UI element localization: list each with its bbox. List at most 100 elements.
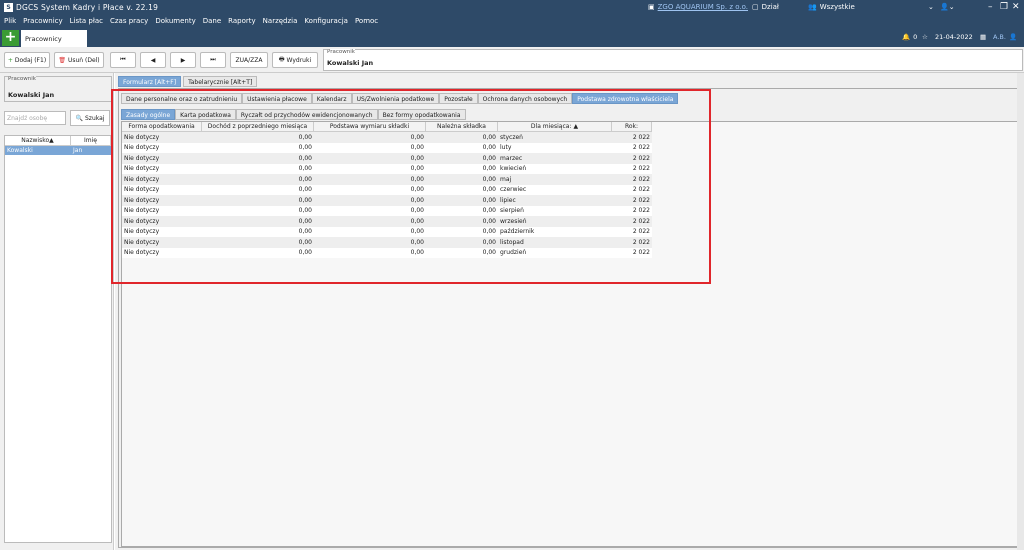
col-header-skladka[interactable]: Należna składka bbox=[426, 122, 498, 131]
employee-list: Nazwisko ▲ Imię Kowalski Jan bbox=[4, 135, 112, 543]
table-row[interactable]: Nie dotyczy 0,00 0,00 0,00 lipiec 2 022 bbox=[122, 195, 652, 206]
grid-cell: Nie dotyczy bbox=[124, 186, 160, 194]
grid-header: Forma opodatkowania Dochód z poprzednieg… bbox=[122, 122, 652, 132]
menu-item[interactable]: Pomoc bbox=[355, 17, 378, 25]
bell-icon: 🔔 bbox=[902, 33, 911, 41]
tab-bez-formy[interactable]: Bez formy opodatkowania bbox=[377, 109, 466, 120]
grid-cell: Nie dotyczy bbox=[124, 154, 160, 162]
grid-cell: sierpień bbox=[500, 207, 524, 215]
tab-pozostale[interactable]: Pozostałe bbox=[439, 93, 478, 104]
sub-bar: + Pracownicy 🔔 0 ☆ 21-04-2022 ▦ A.B. 👤 bbox=[0, 29, 1024, 47]
table-row[interactable]: Nie dotyczy 0,00 0,00 0,00 grudzień 2 022 bbox=[122, 248, 652, 259]
restore-icon[interactable]: ❐ bbox=[1000, 2, 1008, 12]
table-row[interactable]: Nie dotyczy 0,00 0,00 0,00 maj 2 022 bbox=[122, 174, 652, 185]
close-icon[interactable]: ✕ bbox=[1012, 2, 1020, 12]
menu-item[interactable]: Plik bbox=[4, 17, 16, 25]
table-row[interactable]: Nie dotyczy 0,00 0,00 0,00 luty 2 022 bbox=[122, 143, 652, 154]
grid-cell: luty bbox=[500, 144, 512, 152]
col-header-podstawa[interactable]: Podstawa wymiaru składki bbox=[314, 122, 426, 131]
grid-cell: 2 022 bbox=[632, 196, 650, 204]
next-record-button[interactable]: ▶ bbox=[170, 52, 196, 68]
grid-cell: 2 022 bbox=[632, 165, 650, 173]
toolbar: + Dodaj (F1) 🗑 Usuń (Del) ⏮ ◀ ▶ ⏭ ZUA/ZZA … bbox=[0, 47, 1024, 73]
add-button[interactable]: + Dodaj (F1) bbox=[4, 52, 50, 68]
tab-tabelarycznie[interactable]: Tabelarycznie [Alt+T] bbox=[183, 76, 258, 87]
user-menu-icon[interactable]: 👤⌄ bbox=[940, 3, 955, 11]
col-header-surname[interactable]: Nazwisko ▲ bbox=[5, 136, 71, 145]
add-tab-button[interactable]: + bbox=[2, 30, 19, 46]
grid-cell: 0,00 bbox=[298, 238, 312, 246]
search-button[interactable]: 🔍 Szukaj bbox=[70, 110, 110, 126]
company-selector[interactable]: ▣ ZGO AQUARIUM Sp. z o.o. bbox=[648, 3, 748, 11]
grid-cell: 0,00 bbox=[410, 144, 424, 152]
grid-cell: 0,00 bbox=[410, 175, 424, 183]
section-tabs: Dane personalne oraz o zatrudnieniu Usta… bbox=[121, 93, 679, 104]
grid-cell: 0,00 bbox=[298, 175, 312, 183]
menu-item[interactable]: Czas pracy bbox=[110, 17, 148, 25]
group-selector[interactable]: 👥 Wszystkie bbox=[808, 3, 855, 11]
minimize-icon[interactable]: – bbox=[988, 2, 993, 12]
print-button[interactable]: 🖶 Wydruki bbox=[272, 52, 318, 68]
col-header-rok[interactable]: Rok: bbox=[612, 122, 652, 131]
tab-podstawa-zdrowotna[interactable]: Podstawa zdrowotna właściciela bbox=[572, 93, 679, 104]
table-row[interactable]: Nie dotyczy 0,00 0,00 0,00 październik 2 022 bbox=[122, 227, 652, 238]
grid-cell: grudzień bbox=[500, 249, 527, 257]
grid-cell: 0,00 bbox=[482, 207, 496, 215]
menu-item[interactable]: Konfiguracja bbox=[304, 17, 348, 25]
grid-cell: 0,00 bbox=[410, 154, 424, 162]
title-bar: S DGCS System Kadry i Płace v. 22.19 Pli… bbox=[0, 0, 1024, 29]
table-row[interactable]: Kowalski Jan bbox=[5, 146, 111, 155]
menu-item[interactable]: Lista płac bbox=[70, 17, 103, 25]
chevron-down-icon[interactable]: ⌄ bbox=[928, 3, 934, 11]
delete-button[interactable]: 🗑 Usuń (Del) bbox=[54, 52, 104, 68]
table-row[interactable]: Nie dotyczy 0,00 0,00 0,00 wrzesień 2 022 bbox=[122, 216, 652, 227]
tab-ochrona-danych[interactable]: Ochrona danych osobowych bbox=[477, 93, 573, 104]
col-header-forma[interactable]: Forma opodatkowania bbox=[122, 122, 202, 131]
main-panel: Formularz [Alt+F] Tabelarycznie [Alt+T] … bbox=[115, 73, 1024, 550]
tab-ryczalt[interactable]: Ryczałt od przychodów ewidencjonowanych bbox=[235, 109, 378, 120]
user-icon: 👤 bbox=[1008, 33, 1018, 41]
grid-cell: 2 022 bbox=[632, 175, 650, 183]
calendar-icon[interactable]: ▦ bbox=[980, 33, 986, 41]
prev-record-button[interactable]: ◀ bbox=[140, 52, 166, 68]
tab-kalendarz[interactable]: Kalendarz bbox=[311, 93, 352, 104]
menu-item[interactable]: Dokumenty bbox=[155, 17, 195, 25]
notifications[interactable]: 🔔 0 bbox=[902, 33, 917, 41]
zua-button[interactable]: ZUA/ZZA bbox=[230, 52, 268, 68]
menu-item[interactable]: Narzędzia bbox=[263, 17, 298, 25]
menu-item[interactable]: Dane bbox=[203, 17, 221, 25]
col-header-dochod[interactable]: Dochód z poprzedniego miesiąca bbox=[202, 122, 314, 131]
table-row[interactable]: Nie dotyczy 0,00 0,00 0,00 kwiecień 2 022 bbox=[122, 164, 652, 175]
grid-cell: 2 022 bbox=[632, 249, 650, 257]
tab-formularz[interactable]: Formularz [Alt+F] bbox=[118, 76, 182, 87]
grid-cell: 0,00 bbox=[482, 217, 496, 225]
menu-item[interactable]: Pracownicy bbox=[23, 17, 63, 25]
grid-cell: 0,00 bbox=[482, 238, 496, 246]
tab-zasady-ogolne[interactable]: Zasady ogólne bbox=[121, 109, 176, 120]
tab-pracownicy[interactable]: Pracownicy bbox=[21, 30, 87, 47]
tab-ustawienia-placowe[interactable]: Ustawienia płacowe bbox=[242, 93, 312, 104]
tab-karta-podatkowa[interactable]: Karta podatkowa bbox=[175, 109, 236, 120]
user-initials[interactable]: A.B. 👤 bbox=[993, 33, 1017, 41]
view-tabs: Formularz [Alt+F] Tabelarycznie [Alt+T] bbox=[118, 76, 258, 87]
dept-icon: ▢ bbox=[752, 3, 759, 11]
tab-dane-personalne[interactable]: Dane personalne oraz o zatrudnieniu bbox=[121, 93, 243, 104]
sort-asc-icon: ▲ bbox=[573, 123, 579, 130]
table-row[interactable]: Nie dotyczy 0,00 0,00 0,00 listopad 2 022 bbox=[122, 237, 652, 248]
first-record-button[interactable]: ⏮ bbox=[110, 52, 136, 68]
col-header-miesiac[interactable]: Dla miesiąca: ▲ bbox=[498, 122, 612, 131]
tab-us-zwolnienia[interactable]: US/Zwolnienia podatkowe bbox=[351, 93, 440, 104]
col-header-name[interactable]: Imię bbox=[71, 136, 111, 145]
trash-icon: 🗑 bbox=[58, 56, 66, 64]
table-row[interactable]: Nie dotyczy 0,00 0,00 0,00 styczeń 2 022 bbox=[122, 132, 652, 143]
search-input[interactable]: Znajdź osobę bbox=[4, 111, 66, 125]
grid-cell: Nie dotyczy bbox=[124, 175, 160, 183]
menu-item[interactable]: Raporty bbox=[228, 17, 256, 25]
table-row[interactable]: Nie dotyczy 0,00 0,00 0,00 sierpień 2 022 bbox=[122, 206, 652, 217]
table-row[interactable]: Nie dotyczy 0,00 0,00 0,00 marzec 2 022 bbox=[122, 153, 652, 164]
vertical-scrollbar[interactable] bbox=[1017, 73, 1024, 550]
star-icon[interactable]: ☆ bbox=[922, 33, 928, 41]
table-row[interactable]: Nie dotyczy 0,00 0,00 0,00 czerwiec 2 022 bbox=[122, 185, 652, 196]
dept-selector[interactable]: ▢ Dział bbox=[752, 3, 779, 11]
last-record-button[interactable]: ⏭ bbox=[200, 52, 226, 68]
